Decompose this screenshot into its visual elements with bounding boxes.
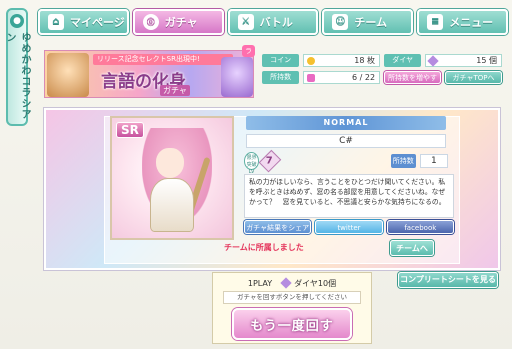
character-description: 私の力がほしいなら、言うことをひとつだけ聞いてください。私を呼ぶときはぬめず、窓… — [244, 174, 454, 218]
play-hint: ガチャを回すボタンを押してください — [223, 291, 361, 304]
gacha-result-panel: SR NORMAL C# 限界突破 LV 7 所持数 1 私の力がほしいなら、言… — [44, 108, 500, 270]
complete-sheet-button[interactable]: コンプリートシートを見る — [398, 272, 498, 288]
play-cost-row: 1PLAY ダイヤ10個 — [213, 275, 371, 291]
diamond-value-box: 15 個 — [425, 54, 502, 67]
banner-character-left — [47, 53, 89, 97]
go-team-button[interactable]: チームへ — [390, 240, 434, 256]
page: ● ゆめかわコラシアン ⌂ マイページ ◎ ガチャ ⚔ バトル ☺ チーム ≡ … — [0, 0, 512, 349]
menu-icon: ≡ — [427, 14, 444, 30]
diamond-value: 15 個 — [476, 56, 497, 65]
banner-badge: ラ — [242, 45, 255, 57]
cards-value-box: 6 / 22 — [303, 71, 381, 84]
nav-menu-label: メニュー — [449, 16, 494, 29]
owned-label: 所持数 — [390, 154, 416, 168]
coin-icon — [307, 56, 316, 65]
banner-character-right — [221, 57, 253, 97]
resources-panel: コイン 18 枚 ダイヤ 15 個 所持数 6 / 22 所持数を増やす ガチャ… — [262, 54, 503, 94]
card-icon — [307, 73, 316, 82]
pin-icon: ● — [10, 14, 24, 28]
side-tab-label: ゆめかわコラシアン — [4, 32, 30, 120]
team-joined-message: チームに所属しました — [224, 243, 304, 252]
resources-row-1: コイン 18 枚 ダイヤ 15 個 — [262, 54, 502, 67]
rarity-label: NORMAL — [246, 116, 446, 130]
limit-break-value-box: 7 — [258, 149, 282, 173]
nav-mypage[interactable]: ⌂ マイページ — [38, 9, 129, 35]
limit-break-label: 限界突破 LV — [244, 152, 260, 175]
banner-subtitle: ガチャ — [160, 85, 190, 96]
coin-label: コイン — [262, 54, 300, 67]
nav-team-label: チーム — [354, 16, 388, 29]
facebook-share-button[interactable]: facebook — [386, 220, 454, 234]
limit-break-value: 7 — [266, 155, 274, 167]
gacha-icon: ◎ — [142, 14, 159, 30]
side-tab-yumekawa[interactable]: ● ゆめかわコラシアン — [4, 8, 30, 126]
character-card: SR — [110, 116, 234, 240]
nav-gacha-label: ガチャ — [164, 16, 198, 29]
banner-ribbon: リリース記念セレクトSR出現中! — [93, 54, 233, 65]
play-count: 1PLAY — [247, 278, 273, 288]
owned-value: 1 — [419, 154, 448, 168]
nav-team[interactable]: ☺ チーム — [322, 9, 414, 35]
resources-row-2: 所持数 6 / 22 所持数を増やす ガチャTOPへ — [262, 71, 503, 84]
play-cost: ダイヤ10個 — [294, 278, 337, 288]
nav-mypage-label: マイページ — [70, 16, 125, 29]
share-gacha-button[interactable]: ガチャ結果をシェア — [244, 220, 312, 234]
diamond-icon — [280, 277, 292, 289]
home-icon: ⌂ — [48, 14, 64, 30]
rarity-badge: SR — [116, 122, 144, 138]
nav-battle-label: バトル — [259, 16, 293, 29]
cards-label: 所持数 — [262, 71, 300, 84]
twitter-share-button[interactable]: twitter — [315, 220, 383, 234]
share-row: ガチャ結果をシェア twitter facebook — [244, 220, 454, 234]
nav-battle[interactable]: ⚔ バトル — [227, 9, 319, 35]
spin-again-button[interactable]: もう一度回す — [232, 308, 352, 340]
gacha-play-panel: 1PLAY ダイヤ10個 ガチャを回すボタンを押してください もう一度回す — [212, 272, 372, 344]
expand-cards-button[interactable]: 所持数を増やす — [384, 71, 442, 84]
battle-icon: ⚔ — [237, 14, 254, 30]
coin-value-box: 18 枚 — [303, 54, 380, 67]
character-robe — [150, 178, 194, 232]
character-face — [156, 148, 184, 178]
character-name: C# — [246, 134, 446, 148]
cards-value: 6 / 22 — [351, 73, 376, 82]
gacha-top-button[interactable]: ガチャTOPへ — [445, 71, 503, 84]
limit-break-row: 限界突破 LV 7 所持数 1 — [244, 149, 448, 175]
nav-gacha[interactable]: ◎ ガチャ — [132, 9, 224, 35]
coin-value: 18 枚 — [354, 56, 375, 65]
gacha-banner[interactable]: リリース記念セレクトSR出現中! 言語の化身 ガチャ ラ — [44, 45, 255, 98]
diamond-label: ダイヤ — [384, 54, 422, 67]
nav-menu[interactable]: ≡ メニュー — [417, 9, 508, 35]
top-nav: ⌂ マイページ ◎ ガチャ ⚔ バトル ☺ チーム ≡ メニュー — [38, 6, 508, 38]
team-icon: ☺ — [332, 14, 349, 30]
diamond-icon — [427, 54, 439, 67]
